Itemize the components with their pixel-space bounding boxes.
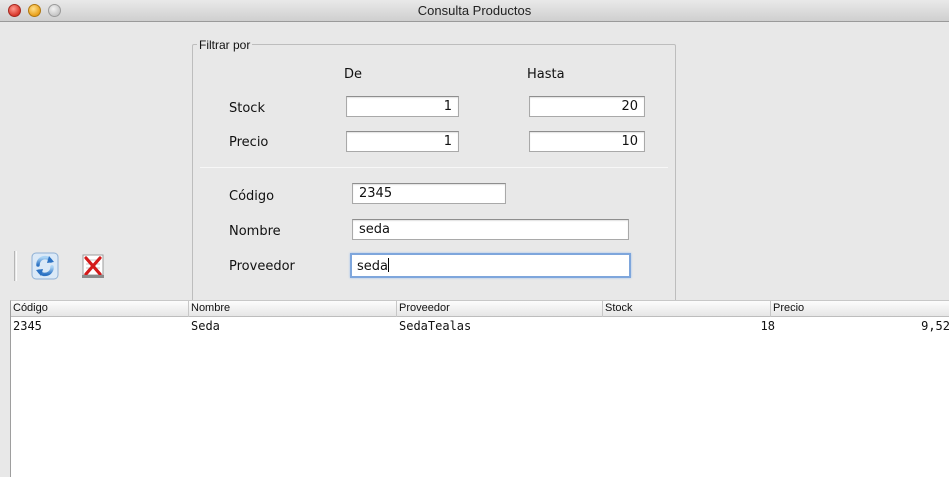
results-table[interactable]: Código Nombre Proveedor Stock Precio 234…	[10, 300, 949, 477]
cell-codigo: 2345	[13, 319, 42, 333]
nombre-label: Nombre	[229, 224, 281, 239]
column-header-codigo[interactable]: Código	[11, 301, 189, 317]
filter-legend: Filtrar por	[197, 38, 253, 52]
nombre-input[interactable]: seda	[352, 219, 629, 240]
column-header-nombre[interactable]: Nombre	[189, 301, 397, 317]
refresh-icon	[31, 252, 59, 280]
stock-from-input[interactable]: 1	[346, 96, 459, 117]
precio-from-input[interactable]: 1	[346, 131, 459, 152]
stock-to-input[interactable]: 20	[529, 96, 645, 117]
codigo-label: Código	[229, 189, 275, 204]
table-header: Código Nombre Proveedor Stock Precio	[11, 301, 949, 317]
column-header-proveedor[interactable]: Proveedor	[397, 301, 603, 317]
clear-filter-icon	[82, 254, 104, 278]
proveedor-input[interactable]: seda	[350, 253, 631, 278]
from-column-label: De	[344, 67, 363, 82]
cell-proveedor: SedaTealas	[399, 319, 472, 333]
proveedor-label: Proveedor	[229, 259, 295, 274]
clear-filter-button[interactable]	[78, 251, 108, 281]
table-row[interactable]: 2345 Seda SedaTealas 18 9,52	[11, 318, 949, 335]
title-bar: Consulta Productos	[0, 0, 949, 22]
to-column-label: Hasta	[527, 67, 565, 82]
cell-stock: 18	[760, 319, 775, 333]
stock-label: Stock	[229, 101, 265, 116]
filter-separator	[200, 167, 668, 168]
cell-nombre: Seda	[191, 319, 220, 333]
refresh-button[interactable]	[30, 251, 60, 281]
precio-to-input[interactable]: 10	[529, 131, 645, 152]
column-header-stock[interactable]: Stock	[603, 301, 771, 317]
window-title: Consulta Productos	[417, 3, 532, 18]
precio-label: Precio	[229, 135, 269, 150]
column-header-precio[interactable]: Precio	[771, 301, 949, 317]
proveedor-input-value: seda	[357, 259, 388, 274]
toolbar-separator	[14, 251, 17, 281]
codigo-input[interactable]: 2345	[352, 183, 506, 204]
text-caret	[388, 258, 389, 272]
window-content: Filtrar por De Hasta Stock 1 20 Precio 1…	[0, 23, 949, 477]
cell-precio: 9,52	[921, 319, 949, 333]
